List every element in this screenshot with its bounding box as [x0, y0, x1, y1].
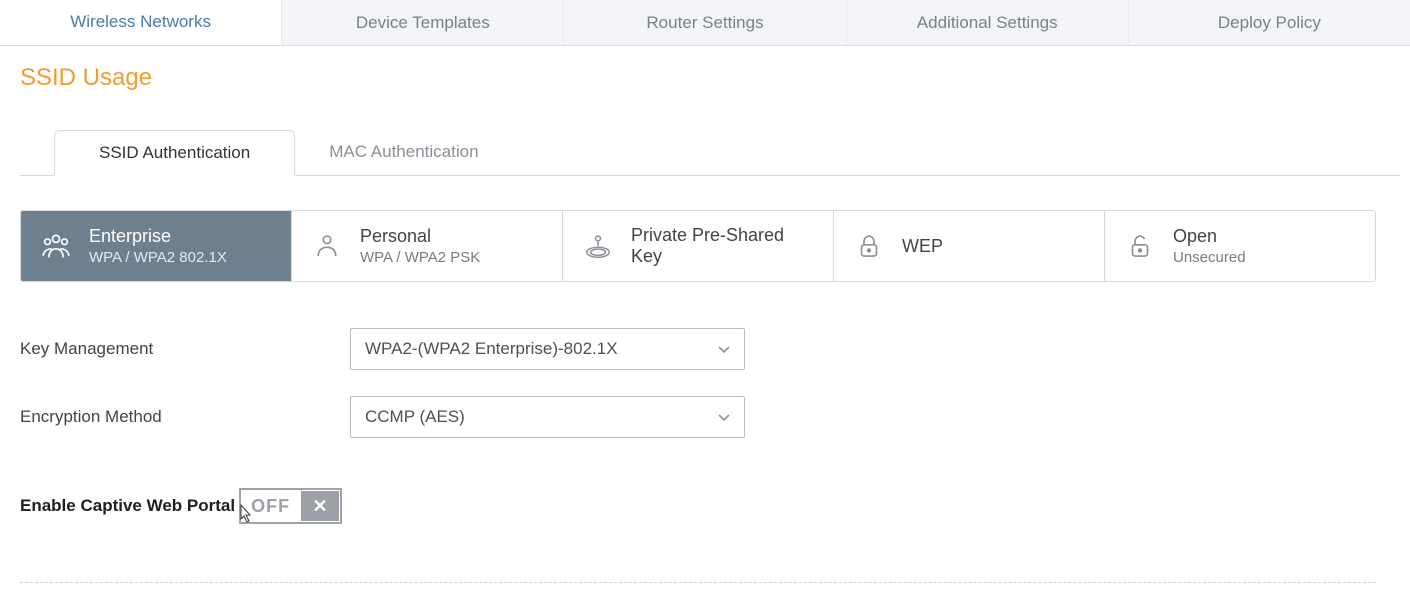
auth-card-sub: WPA / WPA2 802.1X	[89, 249, 227, 266]
tab-wireless-networks[interactable]: Wireless Networks	[0, 0, 282, 45]
person-icon	[310, 229, 344, 263]
auth-card-personal[interactable]: Personal WPA / WPA2 PSK	[292, 211, 563, 281]
tab-router-settings[interactable]: Router Settings	[564, 0, 846, 45]
subtab-ssid-authentication[interactable]: SSID Authentication	[54, 130, 295, 176]
encryption-method-label: Encryption Method	[20, 407, 350, 427]
select-value: CCMP (AES)	[365, 407, 465, 427]
subtab-mac-authentication[interactable]: MAC Authentication	[295, 130, 512, 175]
auth-card-sub: WPA / WPA2 PSK	[360, 249, 480, 266]
auth-settings-form: Key Management WPA2-(WPA2 Enterprise)-80…	[20, 282, 1376, 583]
auth-card-title: Open	[1173, 226, 1246, 247]
tab-label: Wireless Networks	[70, 12, 211, 32]
tab-label: Router Settings	[646, 13, 763, 33]
auth-method-row: Enterprise WPA / WPA2 802.1X Personal WP…	[20, 210, 1376, 282]
subtab-label: SSID Authentication	[99, 143, 250, 162]
tab-label: Additional Settings	[917, 13, 1058, 33]
auth-card-title: WEP	[902, 236, 943, 257]
section-divider	[20, 582, 1376, 583]
tab-label: Device Templates	[356, 13, 490, 33]
chevron-down-icon	[718, 339, 730, 359]
auth-card-title: Enterprise	[89, 226, 227, 247]
captive-portal-label: Enable Captive Web Portal	[20, 496, 235, 516]
captive-portal-toggle[interactable]: OFF ✕	[239, 488, 342, 524]
close-icon: ✕	[313, 496, 328, 517]
toggle-knob: ✕	[301, 491, 339, 521]
tab-label: Deploy Policy	[1218, 13, 1321, 33]
toggle-state-text: OFF	[241, 496, 300, 517]
auth-card-sub: Unsecured	[1173, 249, 1246, 266]
key-person-icon	[581, 229, 615, 263]
lock-icon	[852, 229, 886, 263]
encryption-method-select[interactable]: CCMP (AES)	[350, 396, 745, 438]
unlock-icon	[1123, 229, 1157, 263]
key-management-label: Key Management	[20, 339, 350, 359]
key-management-select[interactable]: WPA2-(WPA2 Enterprise)-802.1X	[350, 328, 745, 370]
section-title: SSID Usage	[20, 64, 1410, 92]
subtab-label: MAC Authentication	[329, 142, 478, 161]
sub-tabs: SSID Authentication MAC Authentication	[20, 130, 1400, 176]
chevron-down-icon	[718, 407, 730, 427]
auth-card-wep[interactable]: WEP	[834, 211, 1105, 281]
tab-additional-settings[interactable]: Additional Settings	[847, 0, 1129, 45]
auth-card-open[interactable]: Open Unsecured	[1105, 211, 1375, 281]
tab-device-templates[interactable]: Device Templates	[282, 0, 564, 45]
people-icon	[39, 229, 73, 263]
auth-card-enterprise[interactable]: Enterprise WPA / WPA2 802.1X	[21, 211, 292, 281]
select-value: WPA2-(WPA2 Enterprise)-802.1X	[365, 339, 618, 359]
auth-card-title: Personal	[360, 226, 480, 247]
auth-card-title: Private Pre-Shared Key	[631, 225, 815, 267]
auth-card-ppsk[interactable]: Private Pre-Shared Key	[563, 211, 834, 281]
tab-deploy-policy[interactable]: Deploy Policy	[1129, 0, 1410, 45]
top-nav: Wireless Networks Device Templates Route…	[0, 0, 1410, 46]
